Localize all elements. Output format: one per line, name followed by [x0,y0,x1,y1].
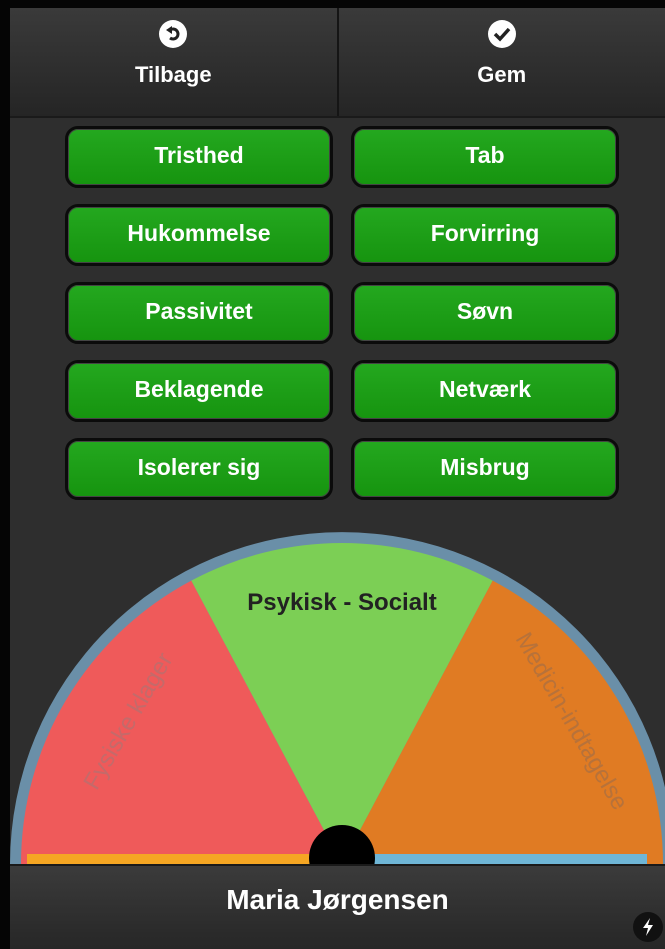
save-button-label: Gem [477,62,527,87]
bolt-icon[interactable] [633,912,663,942]
app-window: Tilbage Gem Tristhed Tab Hukommelse Forv… [10,8,665,949]
symptom-button-hukommelse[interactable]: Hukommelse [65,204,333,266]
back-button-label: Tilbage [134,62,212,87]
dial-base-right [342,854,647,864]
symptom-button-misbrug[interactable]: Misbrug [351,438,619,500]
symptom-button-passivitet[interactable]: Passivitet [65,282,333,344]
bottom-bar: Maria Jørgensen [10,864,665,949]
back-button[interactable]: Tilbage [10,8,337,116]
symptom-button-sovn[interactable]: Søvn [351,282,619,344]
symptom-button-netvaerk[interactable]: Netværk [351,360,619,422]
symptom-button-isolerer-sig[interactable]: Isolerer sig [65,438,333,500]
symptom-button-tab[interactable]: Tab [351,126,619,188]
dial-base-left [27,854,342,864]
undo-icon [159,20,188,48]
symptom-button-forvirring[interactable]: Forvirring [351,204,619,266]
check-icon [487,20,516,48]
dial-label-center: Psykisk - Socialt [247,589,436,616]
save-button[interactable]: Gem [336,8,665,116]
category-dial: Psykisk - Socialt Fysiske klager Medicin… [10,532,665,864]
top-toolbar: Tilbage Gem [10,8,665,118]
symptom-button-tristhed[interactable]: Tristhed [65,126,333,188]
symptom-button-beklagende[interactable]: Beklagende [65,360,333,422]
symptom-grid: Tristhed Tab Hukommelse Forvirring Passi… [65,126,621,500]
patient-name: Maria Jørgensen [226,884,449,915]
